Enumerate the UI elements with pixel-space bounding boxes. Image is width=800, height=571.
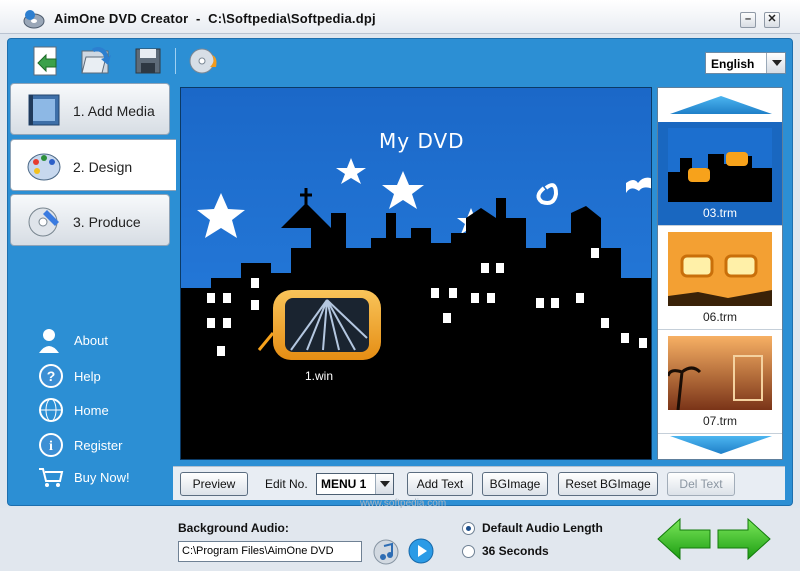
open-project-icon[interactable] — [78, 43, 114, 79]
play-icon[interactable] — [406, 537, 436, 565]
next-arrow-icon[interactable] — [716, 517, 772, 561]
preview-button[interactable]: Preview — [180, 472, 248, 496]
thumbnail-image — [668, 336, 772, 410]
thumbnail-item[interactable]: 07.trm — [658, 330, 782, 434]
thumbnail-label: 06.trm — [702, 310, 737, 324]
new-project-icon[interactable] — [28, 43, 64, 79]
thumbnail-image — [668, 232, 772, 306]
palette-icon — [27, 153, 61, 181]
scroll-up-icon[interactable] — [670, 94, 772, 118]
save-project-icon[interactable] — [130, 43, 166, 79]
back-arrow-icon[interactable] — [656, 517, 712, 561]
menu-title-text[interactable]: My DVD — [379, 129, 465, 153]
window-title: AimOne DVD Creator - C:\Softpedia\Softpe… — [54, 11, 376, 26]
edit-no-label: Edit No. — [265, 477, 308, 491]
background-audio-label: Background Audio: — [178, 521, 289, 535]
bgimage-button[interactable]: BGImage — [482, 472, 548, 496]
film-icon — [28, 94, 60, 126]
burn-disc-icon[interactable] — [186, 43, 222, 79]
tab-produce[interactable]: 3. Produce — [10, 194, 170, 246]
scroll-down-icon[interactable] — [670, 432, 772, 456]
add-text-button[interactable]: Add Text — [407, 472, 473, 496]
seconds-label: 36 Seconds — [482, 544, 549, 558]
thumbnail-item[interactable]: 06.trm — [658, 226, 782, 330]
help-icon: ? — [39, 364, 63, 388]
globe-icon — [39, 398, 63, 422]
info-icon: i — [39, 433, 63, 457]
default-audio-length-radio[interactable] — [462, 522, 475, 535]
background-thumbnail-list: 03.trm 06.trm 07.trm — [657, 87, 783, 460]
audio-path-field[interactable]: C:\Program Files\AimOne DVD — [178, 541, 362, 562]
reset-bgimage-button[interactable]: Reset BGImage — [558, 472, 658, 496]
app-logo-icon — [23, 10, 45, 29]
music-note-icon[interactable] — [372, 538, 402, 566]
thumbnail-image — [668, 128, 772, 202]
chevron-down-icon[interactable] — [766, 53, 785, 73]
tab-design[interactable]: 2. Design — [10, 139, 176, 191]
default-audio-length-label: Default Audio Length — [482, 521, 603, 535]
chevron-down-icon[interactable] — [375, 474, 393, 494]
disc-icon — [28, 207, 59, 237]
user-icon — [39, 329, 59, 353]
media-button-label[interactable]: 1.win — [305, 369, 333, 383]
thumbnail-label: 07.trm — [702, 414, 737, 428]
title-bar: AimOne DVD Creator - C:\Softpedia\Softpe… — [0, 0, 800, 34]
tab-add-media[interactable]: 1. Add Media — [10, 83, 170, 135]
close-button[interactable]: ✕ — [764, 12, 780, 28]
seconds-radio[interactable] — [462, 545, 475, 558]
cart-icon — [39, 468, 64, 487]
language-select[interactable]: English — [705, 52, 786, 74]
menu-number-select[interactable]: MENU 1 — [316, 473, 394, 495]
del-text-button: Del Text — [667, 472, 735, 496]
thumbnail-label: 03.trm — [702, 206, 737, 220]
minimize-button[interactable]: – — [740, 12, 756, 28]
svg-text:i: i — [49, 439, 53, 454]
toolbar-separator — [175, 48, 176, 74]
menu-preview-canvas[interactable]: My DVD 1.win — [180, 87, 652, 460]
svg-text:?: ? — [47, 368, 56, 384]
thumbnail-item[interactable]: 03.trm — [658, 122, 782, 226]
